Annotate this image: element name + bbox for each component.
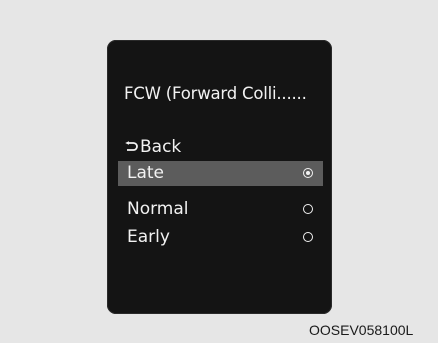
menu-title: FCW (Forward Colli...... [124, 84, 307, 103]
option-label: Late [127, 163, 165, 183]
image-code: OOSEV058100L [309, 322, 414, 338]
back-label: Back [140, 137, 182, 157]
option-late[interactable]: Late [118, 161, 323, 186]
radio-unchecked-icon [303, 204, 313, 214]
radio-unchecked-icon [303, 232, 313, 242]
option-normal[interactable]: Normal [118, 197, 323, 222]
option-early[interactable]: Early [118, 225, 323, 250]
option-label: Early [127, 227, 170, 247]
return-arrow-icon [125, 141, 138, 151]
cluster-display: FCW (Forward Colli...... Back Late Norma… [107, 40, 332, 314]
radio-checked-icon [303, 168, 313, 178]
back-button[interactable]: Back [124, 137, 181, 157]
option-label: Normal [127, 199, 189, 219]
